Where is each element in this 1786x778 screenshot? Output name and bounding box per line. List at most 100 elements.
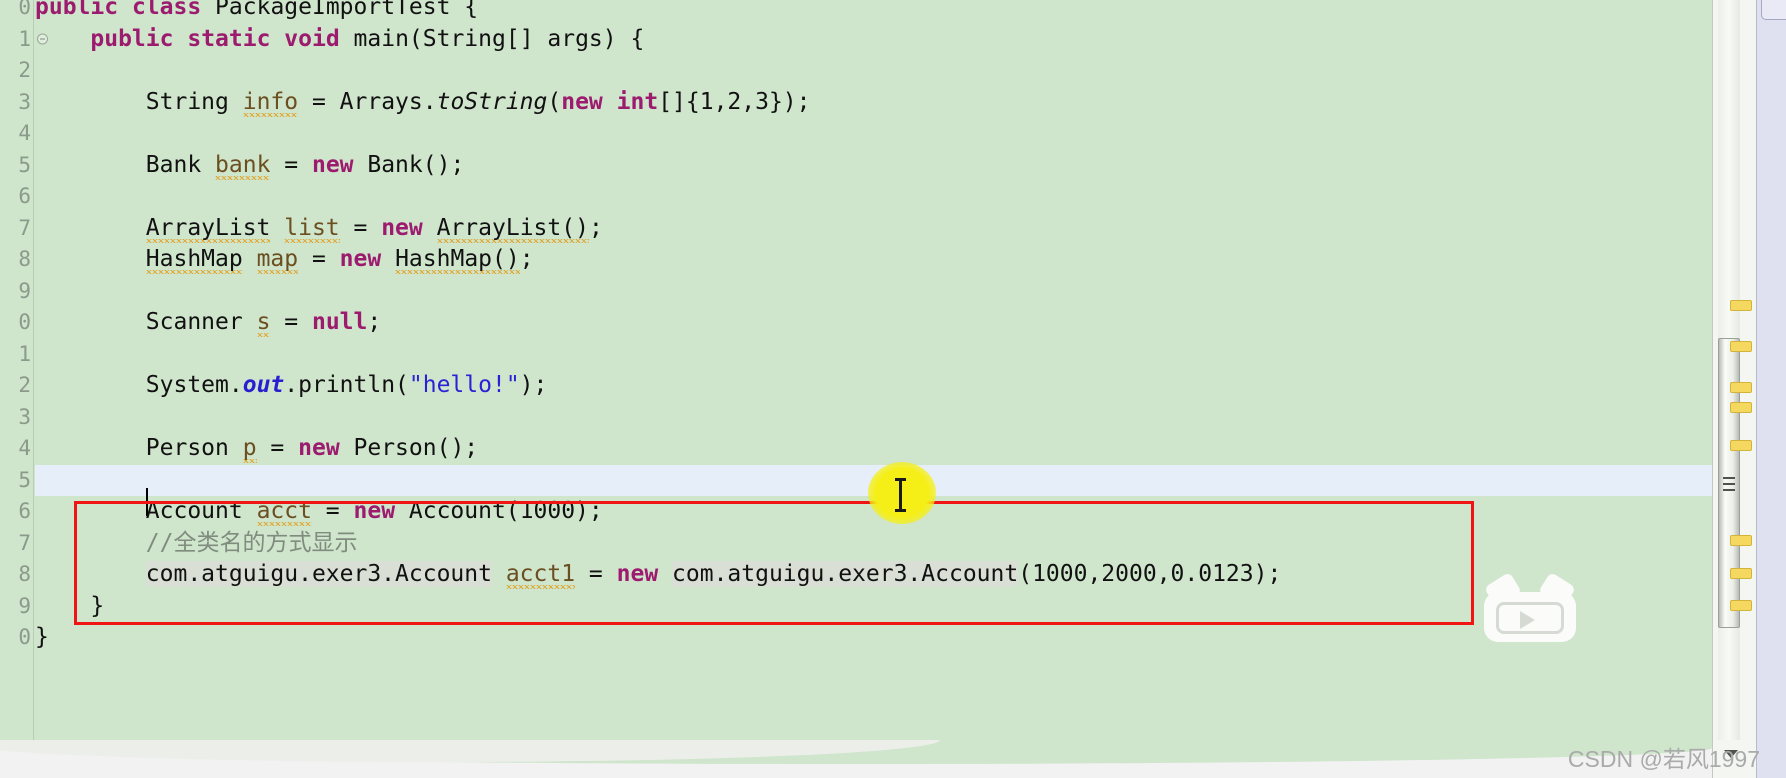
code-line[interactable]: Person p = new Person();: [35, 433, 1712, 465]
warning-stripe-marker[interactable]: [1730, 440, 1752, 451]
code-token: bank: [215, 151, 271, 178]
line-number: 7: [18, 530, 31, 555]
code-line[interactable]: //全类名的方式显示: [35, 528, 1712, 560]
right-tool-panel[interactable]: [1756, 0, 1786, 778]
code-line[interactable]: [35, 339, 1712, 371]
line-number: 6: [18, 499, 31, 523]
code-token: ArrayList(): [436, 214, 589, 241]
code-token: info: [242, 88, 299, 115]
warning-stripe-marker[interactable]: [1730, 341, 1752, 352]
code-token: }: [35, 624, 49, 650]
code-line[interactable]: public class PackageImportTest {: [35, 0, 1712, 24]
code-token: new: [616, 561, 659, 587]
code-token: map: [256, 246, 299, 272]
code-line[interactable]: String info = Arrays.toString(new int[]{…: [35, 87, 1712, 119]
line-number: 0: [18, 625, 31, 649]
code-token: ;: [367, 309, 382, 335]
code-line[interactable]: [35, 118, 1712, 150]
code-token: =: [575, 561, 617, 587]
warning-stripe-marker[interactable]: [1730, 402, 1752, 413]
code-token: class: [131, 0, 202, 20]
code-token: new: [561, 88, 603, 115]
line-number: 9: [18, 278, 31, 303]
code-line[interactable]: }: [35, 591, 1712, 623]
code-token: Account(1000);: [395, 498, 603, 524]
editor-scrollbar-zone[interactable]: [1712, 0, 1756, 778]
line-number: 7: [18, 215, 31, 240]
warning-stripe-marker[interactable]: [1730, 382, 1752, 393]
code-token: ;: [588, 214, 603, 241]
code-token: );: [519, 372, 548, 398]
line-number: 8: [18, 562, 31, 586]
code-line[interactable]: Scanner s = null;: [35, 307, 1712, 339]
code-token: void: [284, 25, 340, 52]
warning-stripe-marker[interactable]: [1730, 568, 1752, 579]
code-token: new: [311, 151, 354, 178]
code-token: Bank: [145, 151, 216, 178]
code-editor-pane[interactable]: 012345678901234567890 public class Packa…: [0, 0, 1712, 740]
warning-stripe-marker[interactable]: [1730, 535, 1752, 546]
line-number: 3: [18, 89, 31, 114]
code-token: public: [35, 0, 119, 20]
code-token: =: [256, 435, 299, 461]
code-token: acct1: [505, 561, 576, 587]
line-number: 0: [18, 310, 31, 334]
code-line[interactable]: }: [35, 622, 1712, 654]
code-token: int: [616, 88, 659, 115]
warning-stripe-marker[interactable]: [1730, 300, 1752, 311]
code-line[interactable]: HashMap map = new HashMap();: [35, 244, 1712, 276]
line-number: 2: [18, 58, 31, 82]
code-line[interactable]: ArrayList list = new ArrayList();: [35, 213, 1712, 245]
code-line[interactable]: Bank bank = new Bank();: [35, 150, 1712, 182]
line-number: 1: [18, 341, 31, 366]
code-line[interactable]: com.atguigu.exer3.Account acct1 = new co…: [35, 559, 1712, 591]
code-token: new: [353, 498, 396, 524]
code-line[interactable]: System.out.println("hello!");: [35, 370, 1712, 402]
right-panel-tab[interactable]: [1761, 0, 1786, 20]
code-token: Account: [145, 498, 257, 524]
code-text-area[interactable]: public class PackageImportTest { public …: [35, 0, 1712, 740]
code-token: public: [90, 25, 174, 52]
line-number: 5: [18, 467, 31, 492]
code-line[interactable]: public static void main(String[] args) {: [35, 24, 1712, 56]
code-line[interactable]: [35, 276, 1712, 308]
code-token: com.atguigu.exer3.Account: [145, 561, 492, 587]
code-token: =: [298, 246, 340, 272]
code-token: =: [270, 309, 312, 335]
line-number-gutter[interactable]: 012345678901234567890: [0, 0, 48, 740]
code-token: acct: [256, 498, 312, 524]
code-token: HashMap: [145, 246, 243, 272]
code-token: Person: [145, 435, 243, 461]
cursor-highlight-circle: [868, 462, 936, 524]
code-token: new: [298, 435, 340, 461]
warning-stripe-marker[interactable]: [1730, 600, 1752, 611]
code-token: System.: [145, 372, 243, 398]
code-line[interactable]: [35, 181, 1712, 213]
code-token: = Arrays.: [298, 88, 437, 115]
code-line[interactable]: [35, 55, 1712, 87]
line-number: 8: [18, 247, 31, 271]
code-token: ArrayList: [145, 214, 271, 241]
code-line[interactable]: [35, 402, 1712, 434]
code-token: s: [256, 309, 271, 335]
code-token: HashMap(): [395, 246, 520, 272]
editor-bottom-strip: [0, 740, 1712, 778]
code-token: "hello!": [408, 372, 520, 398]
